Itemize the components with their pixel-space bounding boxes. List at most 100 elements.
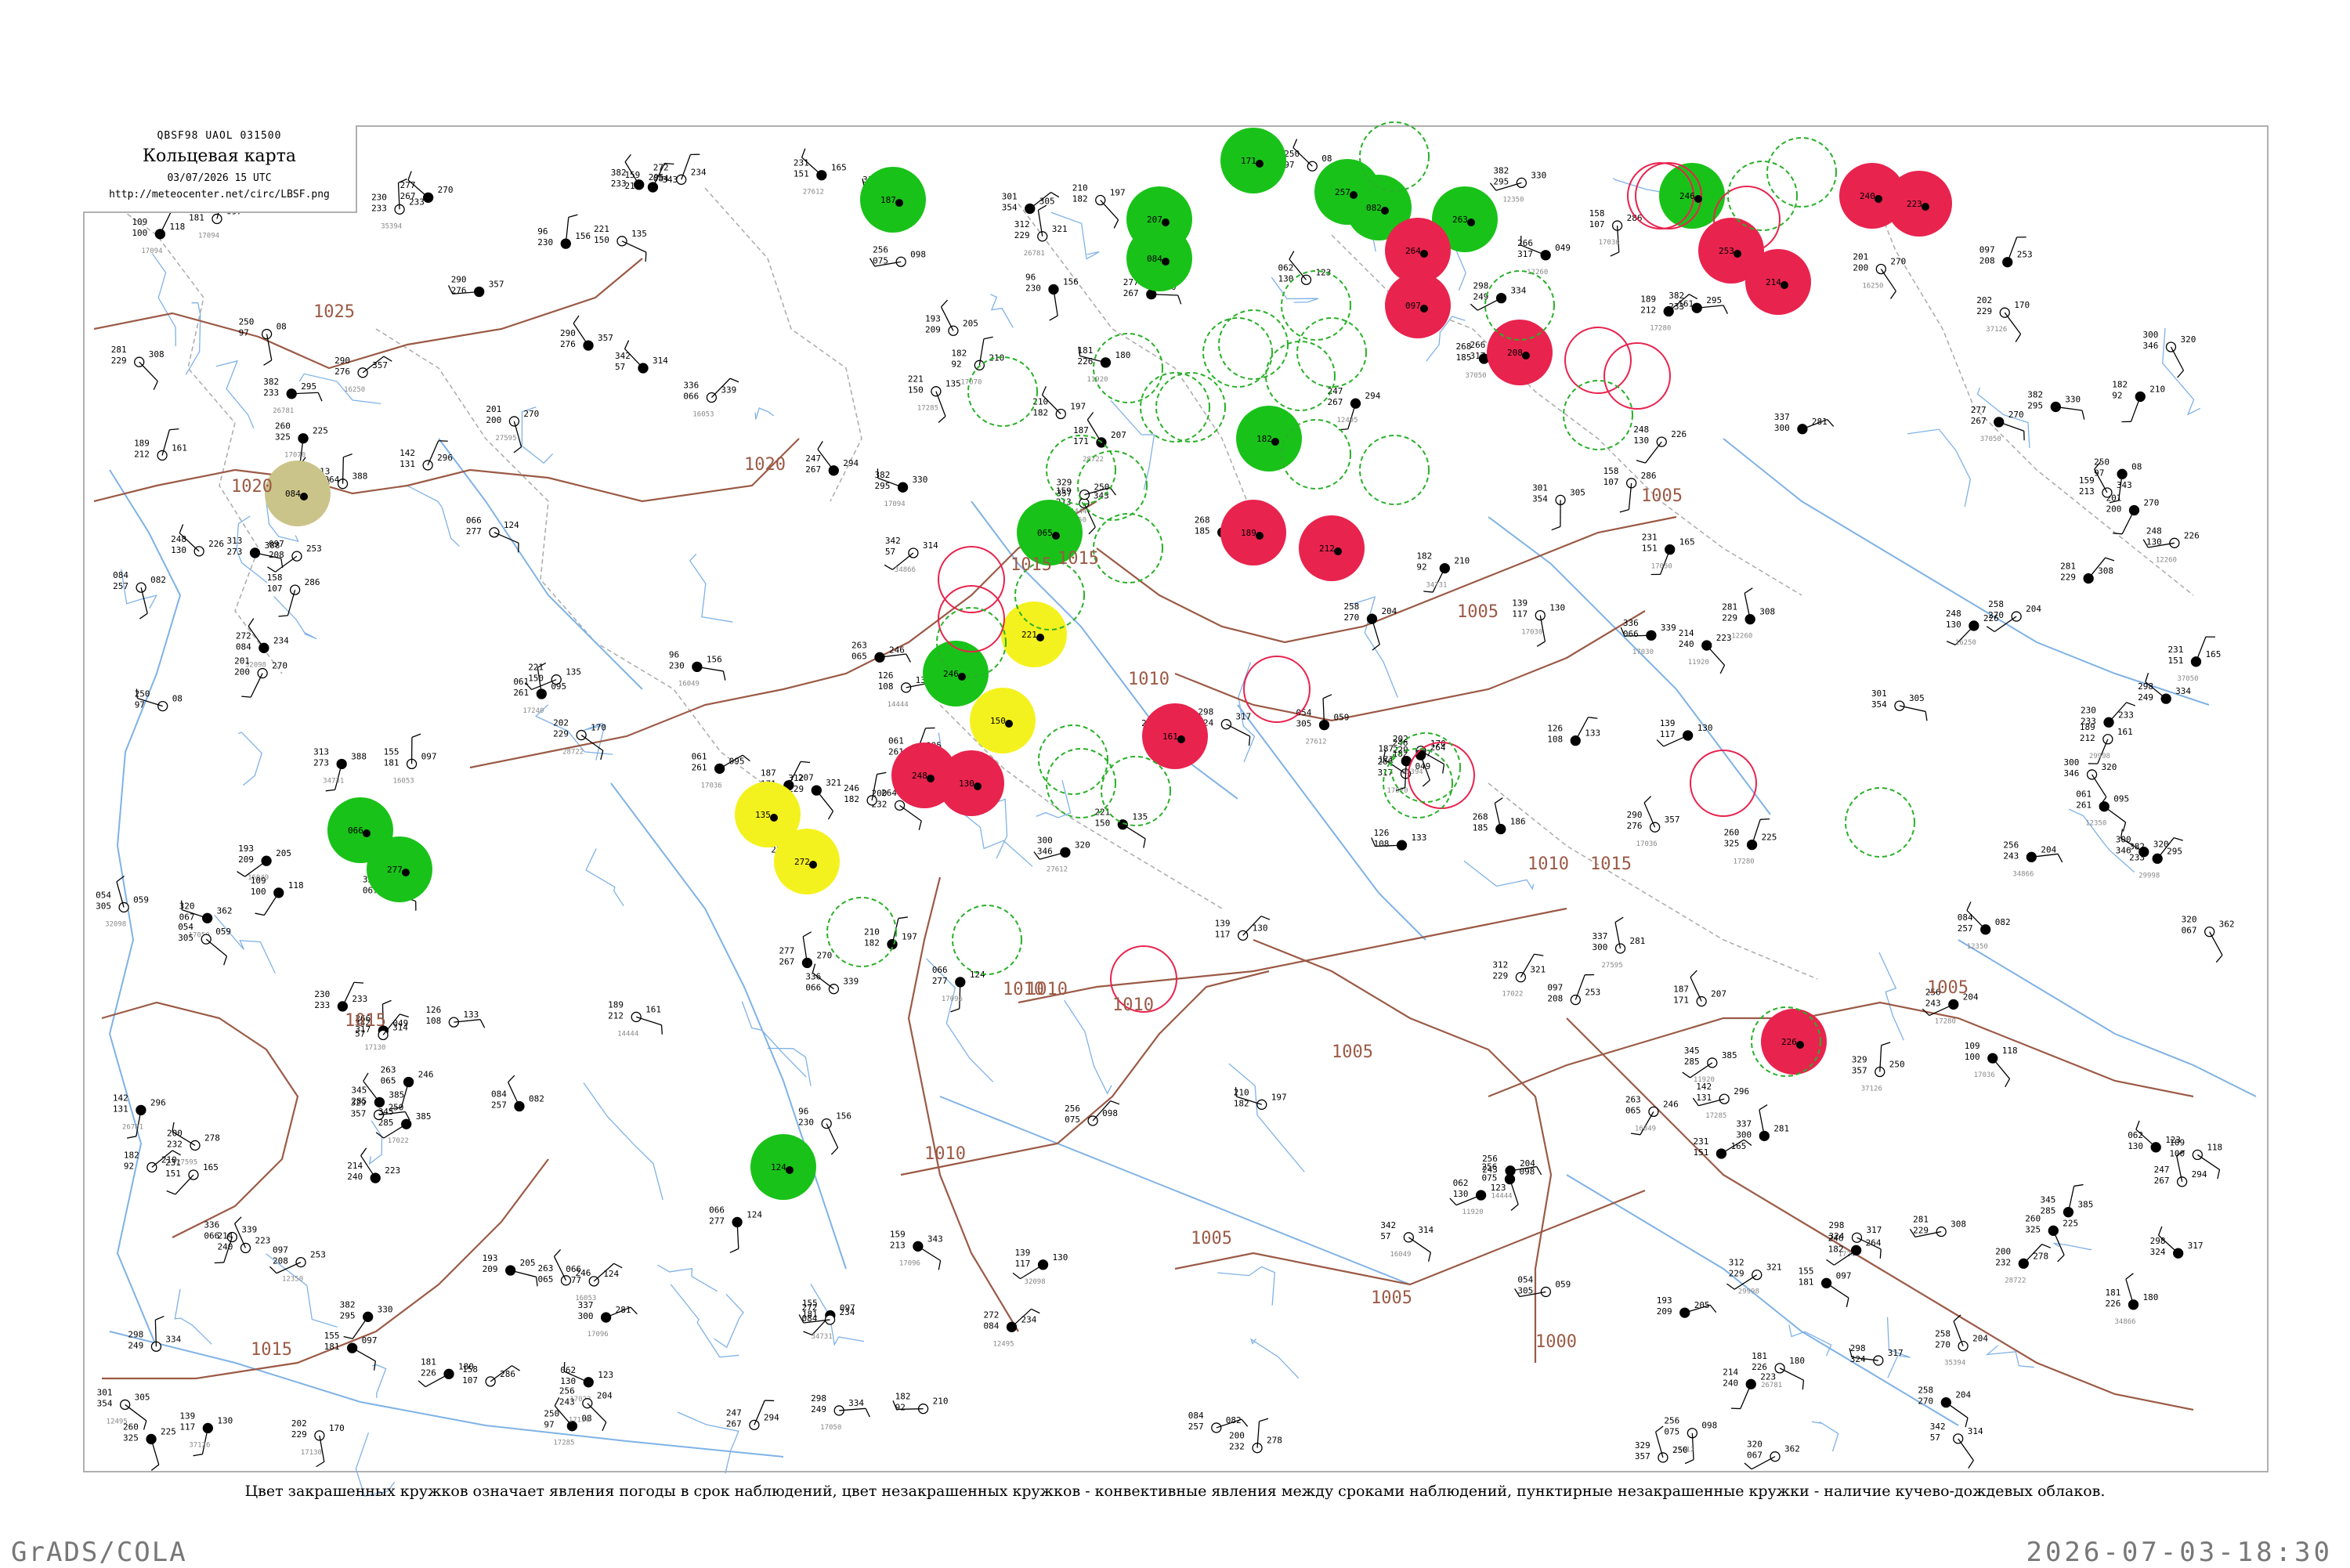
svg-text:210: 210 bbox=[1454, 556, 1470, 566]
weather-circle-label: 084 bbox=[285, 489, 301, 499]
svg-text:230: 230 bbox=[371, 192, 387, 202]
weather-circle-dashed[interactable] bbox=[1156, 373, 1225, 442]
svg-text:201: 201 bbox=[486, 404, 501, 414]
svg-text:123: 123 bbox=[1315, 267, 1331, 277]
station-model: 13911713037126 bbox=[179, 1411, 233, 1455]
svg-text:248: 248 bbox=[171, 534, 186, 544]
weather-circle-dashed[interactable] bbox=[1282, 271, 1350, 340]
svg-text:357: 357 bbox=[1635, 1451, 1650, 1461]
weather-circle-dashed[interactable] bbox=[1094, 334, 1162, 403]
svg-text:329: 329 bbox=[1056, 478, 1072, 488]
station-model: 281229308 bbox=[111, 345, 164, 389]
source-url[interactable]: http://meteocenter.net/circ/LBSF.png bbox=[83, 189, 356, 201]
svg-text:37126: 37126 bbox=[1986, 326, 2007, 334]
station-model: 26032522517070 bbox=[275, 421, 328, 468]
weather-map[interactable]: 2509708182922103425731416049231151165139… bbox=[0, 0, 2350, 1566]
weather-circle-dashed[interactable] bbox=[1039, 725, 1108, 794]
svg-text:17285: 17285 bbox=[1705, 1112, 1726, 1120]
svg-text:230: 230 bbox=[669, 660, 685, 670]
svg-text:258: 258 bbox=[1988, 599, 2004, 609]
svg-text:159: 159 bbox=[2079, 475, 2095, 486]
weather-circle-outline[interactable] bbox=[1565, 327, 1631, 393]
weather-circle-dashed[interactable] bbox=[1728, 161, 1797, 230]
isobar-label: 1010 bbox=[1128, 670, 1170, 689]
weather-circle-dashed[interactable] bbox=[1297, 318, 1366, 387]
svg-text:131: 131 bbox=[1696, 1093, 1712, 1103]
svg-text:26781: 26781 bbox=[1024, 250, 1045, 258]
weather-circle-dashed[interactable] bbox=[1846, 788, 1914, 857]
svg-text:182: 182 bbox=[1828, 1244, 1844, 1254]
svg-text:08: 08 bbox=[1321, 154, 1332, 164]
weather-circle-dashed[interactable] bbox=[1047, 749, 1115, 818]
station-model: 10910011817036 bbox=[1965, 1041, 2018, 1087]
svg-text:277: 277 bbox=[779, 945, 794, 956]
svg-text:35394: 35394 bbox=[1402, 768, 1423, 776]
svg-text:382: 382 bbox=[611, 168, 627, 178]
svg-text:065: 065 bbox=[851, 651, 867, 661]
svg-text:257: 257 bbox=[491, 1100, 507, 1110]
svg-text:17030: 17030 bbox=[1599, 239, 1620, 247]
svg-text:312: 312 bbox=[1729, 1258, 1744, 1268]
svg-text:339: 339 bbox=[241, 1224, 257, 1234]
weather-circle-outline[interactable] bbox=[1244, 656, 1310, 722]
svg-text:345: 345 bbox=[1684, 1046, 1700, 1056]
svg-text:065: 065 bbox=[381, 1076, 396, 1086]
weather-circle-dashed[interactable] bbox=[827, 898, 896, 966]
svg-text:221: 221 bbox=[528, 663, 544, 673]
svg-text:054: 054 bbox=[1296, 708, 1312, 718]
svg-text:300: 300 bbox=[578, 1311, 594, 1321]
weather-circle-dashed[interactable] bbox=[968, 357, 1037, 426]
svg-text:263: 263 bbox=[851, 640, 867, 650]
svg-text:354: 354 bbox=[97, 1398, 113, 1408]
svg-text:346: 346 bbox=[2064, 768, 2080, 779]
station-model: 221150135 bbox=[1094, 807, 1148, 848]
svg-text:337: 337 bbox=[578, 1300, 594, 1310]
svg-text:098: 098 bbox=[910, 249, 926, 259]
station-model: 06126109517036 bbox=[692, 751, 750, 789]
station-models: 2509708182922103425731416049231151165139… bbox=[96, 139, 2234, 1470]
svg-text:205: 205 bbox=[1694, 1300, 1710, 1310]
svg-text:095: 095 bbox=[551, 681, 566, 692]
svg-text:247: 247 bbox=[2154, 1165, 2170, 1175]
svg-text:267: 267 bbox=[1971, 416, 1987, 426]
svg-text:266: 266 bbox=[1470, 340, 1486, 350]
weather-circle-dashed[interactable] bbox=[1266, 341, 1335, 410]
station-model: 3425731416049 bbox=[1380, 1220, 1434, 1262]
weather-circle-dashed[interactable] bbox=[953, 905, 1021, 974]
svg-text:084: 084 bbox=[491, 1089, 507, 1099]
isobar-label: 1020 bbox=[231, 477, 273, 497]
weather-circle-dashed[interactable] bbox=[1360, 435, 1429, 504]
svg-text:258: 258 bbox=[1935, 1329, 1950, 1339]
svg-text:248: 248 bbox=[2146, 526, 2162, 536]
station-model: 31222932126781 bbox=[1014, 205, 1068, 258]
svg-text:205: 205 bbox=[276, 848, 291, 858]
weather-circle-outline[interactable] bbox=[1604, 343, 1670, 409]
station-model: 14213129626781 bbox=[113, 1093, 166, 1138]
svg-text:270: 270 bbox=[1918, 1396, 1933, 1407]
isobar-label: 1005 bbox=[1371, 1288, 1412, 1308]
station-model: 247267294 bbox=[805, 441, 859, 475]
svg-text:142: 142 bbox=[400, 448, 415, 458]
svg-text:263: 263 bbox=[538, 1263, 554, 1274]
svg-text:308: 308 bbox=[1759, 607, 1775, 617]
svg-text:171: 171 bbox=[1073, 436, 1089, 446]
svg-text:267: 267 bbox=[726, 1418, 742, 1429]
svg-text:281: 281 bbox=[1773, 1123, 1789, 1133]
svg-text:200: 200 bbox=[167, 1128, 183, 1138]
svg-text:233: 233 bbox=[314, 1000, 330, 1010]
footer-software-label: GrADS/COLA bbox=[11, 1537, 187, 1568]
weather-circle-dashed[interactable] bbox=[1767, 138, 1836, 207]
svg-text:330: 330 bbox=[913, 475, 928, 485]
weather-circle-dashed[interactable] bbox=[1203, 318, 1272, 387]
weather-circle-dashed[interactable] bbox=[1219, 310, 1288, 379]
svg-text:193: 193 bbox=[483, 1253, 498, 1263]
weather-circle-dashed[interactable] bbox=[1141, 373, 1209, 442]
weather-circle-outline[interactable] bbox=[938, 547, 1004, 612]
svg-text:232: 232 bbox=[1995, 1257, 2011, 1267]
svg-text:204: 204 bbox=[2041, 844, 2056, 854]
svg-text:295: 295 bbox=[649, 172, 664, 182]
map-caption: Цвет закрашенных кружков означает явлени… bbox=[0, 1483, 2350, 1500]
svg-text:059: 059 bbox=[133, 894, 149, 905]
svg-text:109: 109 bbox=[1965, 1041, 1980, 1051]
svg-text:343: 343 bbox=[927, 1234, 943, 1244]
